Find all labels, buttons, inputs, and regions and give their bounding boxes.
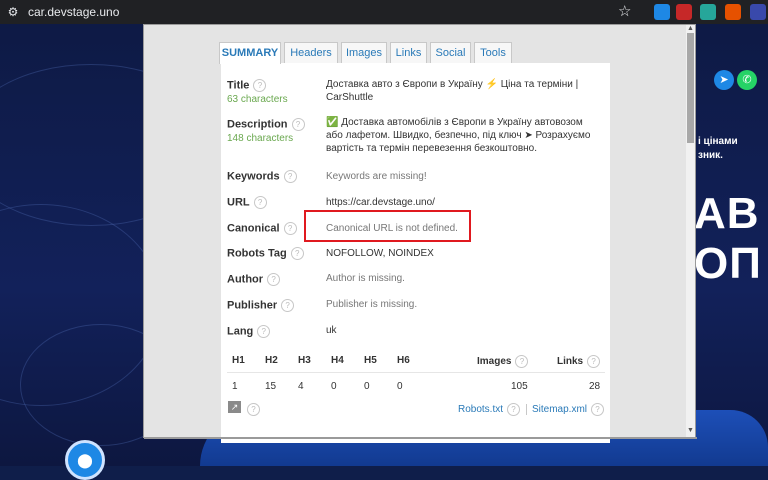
stat-header: Links? [557, 355, 601, 368]
images-header-text: Images [477, 356, 512, 368]
extension-icon[interactable] [654, 4, 670, 20]
robots-tag-value: NOFOLLOW, NOINDEX [326, 248, 434, 259]
lang-label: Lang? [227, 325, 271, 338]
scroll-down-icon[interactable]: ▼ [686, 427, 695, 435]
stat-header: H5 [364, 355, 377, 366]
stat-value: 0 [331, 381, 337, 392]
author-label: Author? [227, 273, 281, 286]
keywords-label: Keywords? [227, 170, 297, 183]
telegram-icon[interactable]: ➤ [714, 70, 734, 90]
hero-heading: ОП [694, 239, 762, 288]
tab-links[interactable]: Links [390, 42, 427, 63]
hero-heading: АВ [694, 189, 760, 238]
keywords-label-text: Keywords [227, 170, 280, 183]
tab-summary[interactable]: SUMMARY [219, 42, 281, 64]
title-value: Доставка авто з Європи в Україну ⚡ Ціна … [326, 79, 579, 103]
stat-header: H6 [397, 355, 410, 366]
browser-toolbar: ⚙ car.devstage.uno ☆ [0, 0, 768, 24]
chart-icon[interactable]: ↗ [228, 401, 241, 413]
publisher-value: Publisher is missing. [326, 299, 418, 310]
extension-icon[interactable] [725, 4, 741, 20]
publisher-label-text: Publisher [227, 299, 278, 312]
tab-images[interactable]: Images [341, 42, 387, 63]
links-header-text: Links [557, 356, 584, 368]
location-pin-icon[interactable]: ⬤ [65, 440, 105, 480]
highlight-box [304, 210, 471, 242]
help-icon[interactable]: ? [283, 170, 297, 183]
tab-headers[interactable]: Headers [284, 42, 338, 63]
link-separator [526, 404, 527, 415]
lang-value: uk [326, 325, 337, 336]
stat-value: 105 [511, 381, 528, 392]
help-icon[interactable]: ? [587, 355, 601, 368]
whatsapp-icon[interactable]: ✆ [737, 70, 757, 90]
help-icon[interactable]: ? [281, 299, 295, 312]
help-icon[interactable]: ? [290, 247, 304, 260]
help-icon[interactable]: ? [257, 325, 271, 338]
stat-header: H4 [331, 355, 344, 366]
url-label-text: URL [227, 196, 250, 209]
publisher-label: Publisher? [227, 299, 295, 312]
popup-bottom-border [144, 437, 697, 439]
tab-social[interactable]: Social [430, 42, 471, 63]
stat-value: 4 [298, 381, 304, 392]
robots-tag-label-text: Robots Tag [227, 247, 287, 260]
description-value: ✅ Доставка автомобілів з Європи в Україн… [326, 117, 591, 154]
url-label: URL? [227, 196, 267, 209]
title-count: 63 characters [227, 94, 288, 105]
extension-icon[interactable] [700, 4, 716, 20]
stat-value: 1 [232, 381, 238, 392]
hero-side-text: і цінами [698, 136, 738, 147]
sitemap-xml-link[interactable]: Sitemap.xml? [532, 403, 605, 416]
help-icon[interactable]: ? [283, 222, 297, 235]
author-value: Author is missing. [326, 273, 405, 284]
canonical-label-text: Canonical [227, 222, 280, 235]
title-label-text: Title [227, 79, 250, 92]
help-icon[interactable]: ? [591, 403, 605, 416]
stat-header: Images? [477, 355, 529, 368]
extension-icon[interactable] [750, 4, 766, 20]
stat-value: 0 [364, 381, 370, 392]
stat-header: H1 [232, 355, 245, 366]
help-icon[interactable]: ? [291, 118, 305, 131]
stat-header: H3 [298, 355, 311, 366]
help-icon[interactable]: ? [267, 273, 281, 286]
popup-scrollbar[interactable]: ▲ ▼ [686, 25, 695, 437]
stat-header: H2 [265, 355, 278, 366]
description-label-text: Description [227, 118, 288, 131]
description-count: 148 characters [227, 133, 294, 144]
star-icon[interactable]: ☆ [618, 3, 631, 21]
tune-icon[interactable]: ⚙ [6, 5, 20, 19]
seo-extension-popup: SUMMARY Headers Images Links Social Tool… [143, 24, 697, 443]
url-value[interactable]: https://car.devstage.uno/ [326, 196, 596, 209]
help-icon[interactable]: ? [507, 403, 521, 416]
table-divider [227, 372, 605, 373]
tab-tools[interactable]: Tools [474, 42, 512, 63]
lang-label-text: Lang [227, 325, 254, 338]
stat-value: 15 [265, 381, 277, 392]
hero-side-text: зник. [698, 150, 723, 161]
help-icon[interactable]: ? [515, 355, 529, 368]
help-icon[interactable]: ? [247, 403, 260, 416]
robots-txt-text[interactable]: Robots.txt [458, 404, 503, 415]
address-bar[interactable]: car.devstage.uno [28, 5, 119, 19]
author-label-text: Author [227, 273, 264, 286]
scroll-thumb[interactable] [687, 33, 694, 143]
stat-value: 0 [397, 381, 403, 392]
help-icon[interactable]: ? [253, 196, 267, 209]
help-icon[interactable]: ? [253, 79, 267, 92]
stat-value: 28 [589, 381, 601, 392]
sitemap-xml-text[interactable]: Sitemap.xml [532, 404, 587, 415]
robots-tag-label: Robots Tag? [227, 247, 304, 260]
description-label: Description? [227, 118, 305, 131]
scroll-up-icon[interactable]: ▲ [686, 25, 695, 33]
canonical-label: Canonical? [227, 222, 297, 235]
title-label: Title? [227, 79, 267, 92]
extension-icon[interactable] [676, 4, 692, 20]
robots-txt-link[interactable]: Robots.txt? [458, 403, 521, 416]
keywords-value: Keywords are missing! [326, 171, 427, 182]
